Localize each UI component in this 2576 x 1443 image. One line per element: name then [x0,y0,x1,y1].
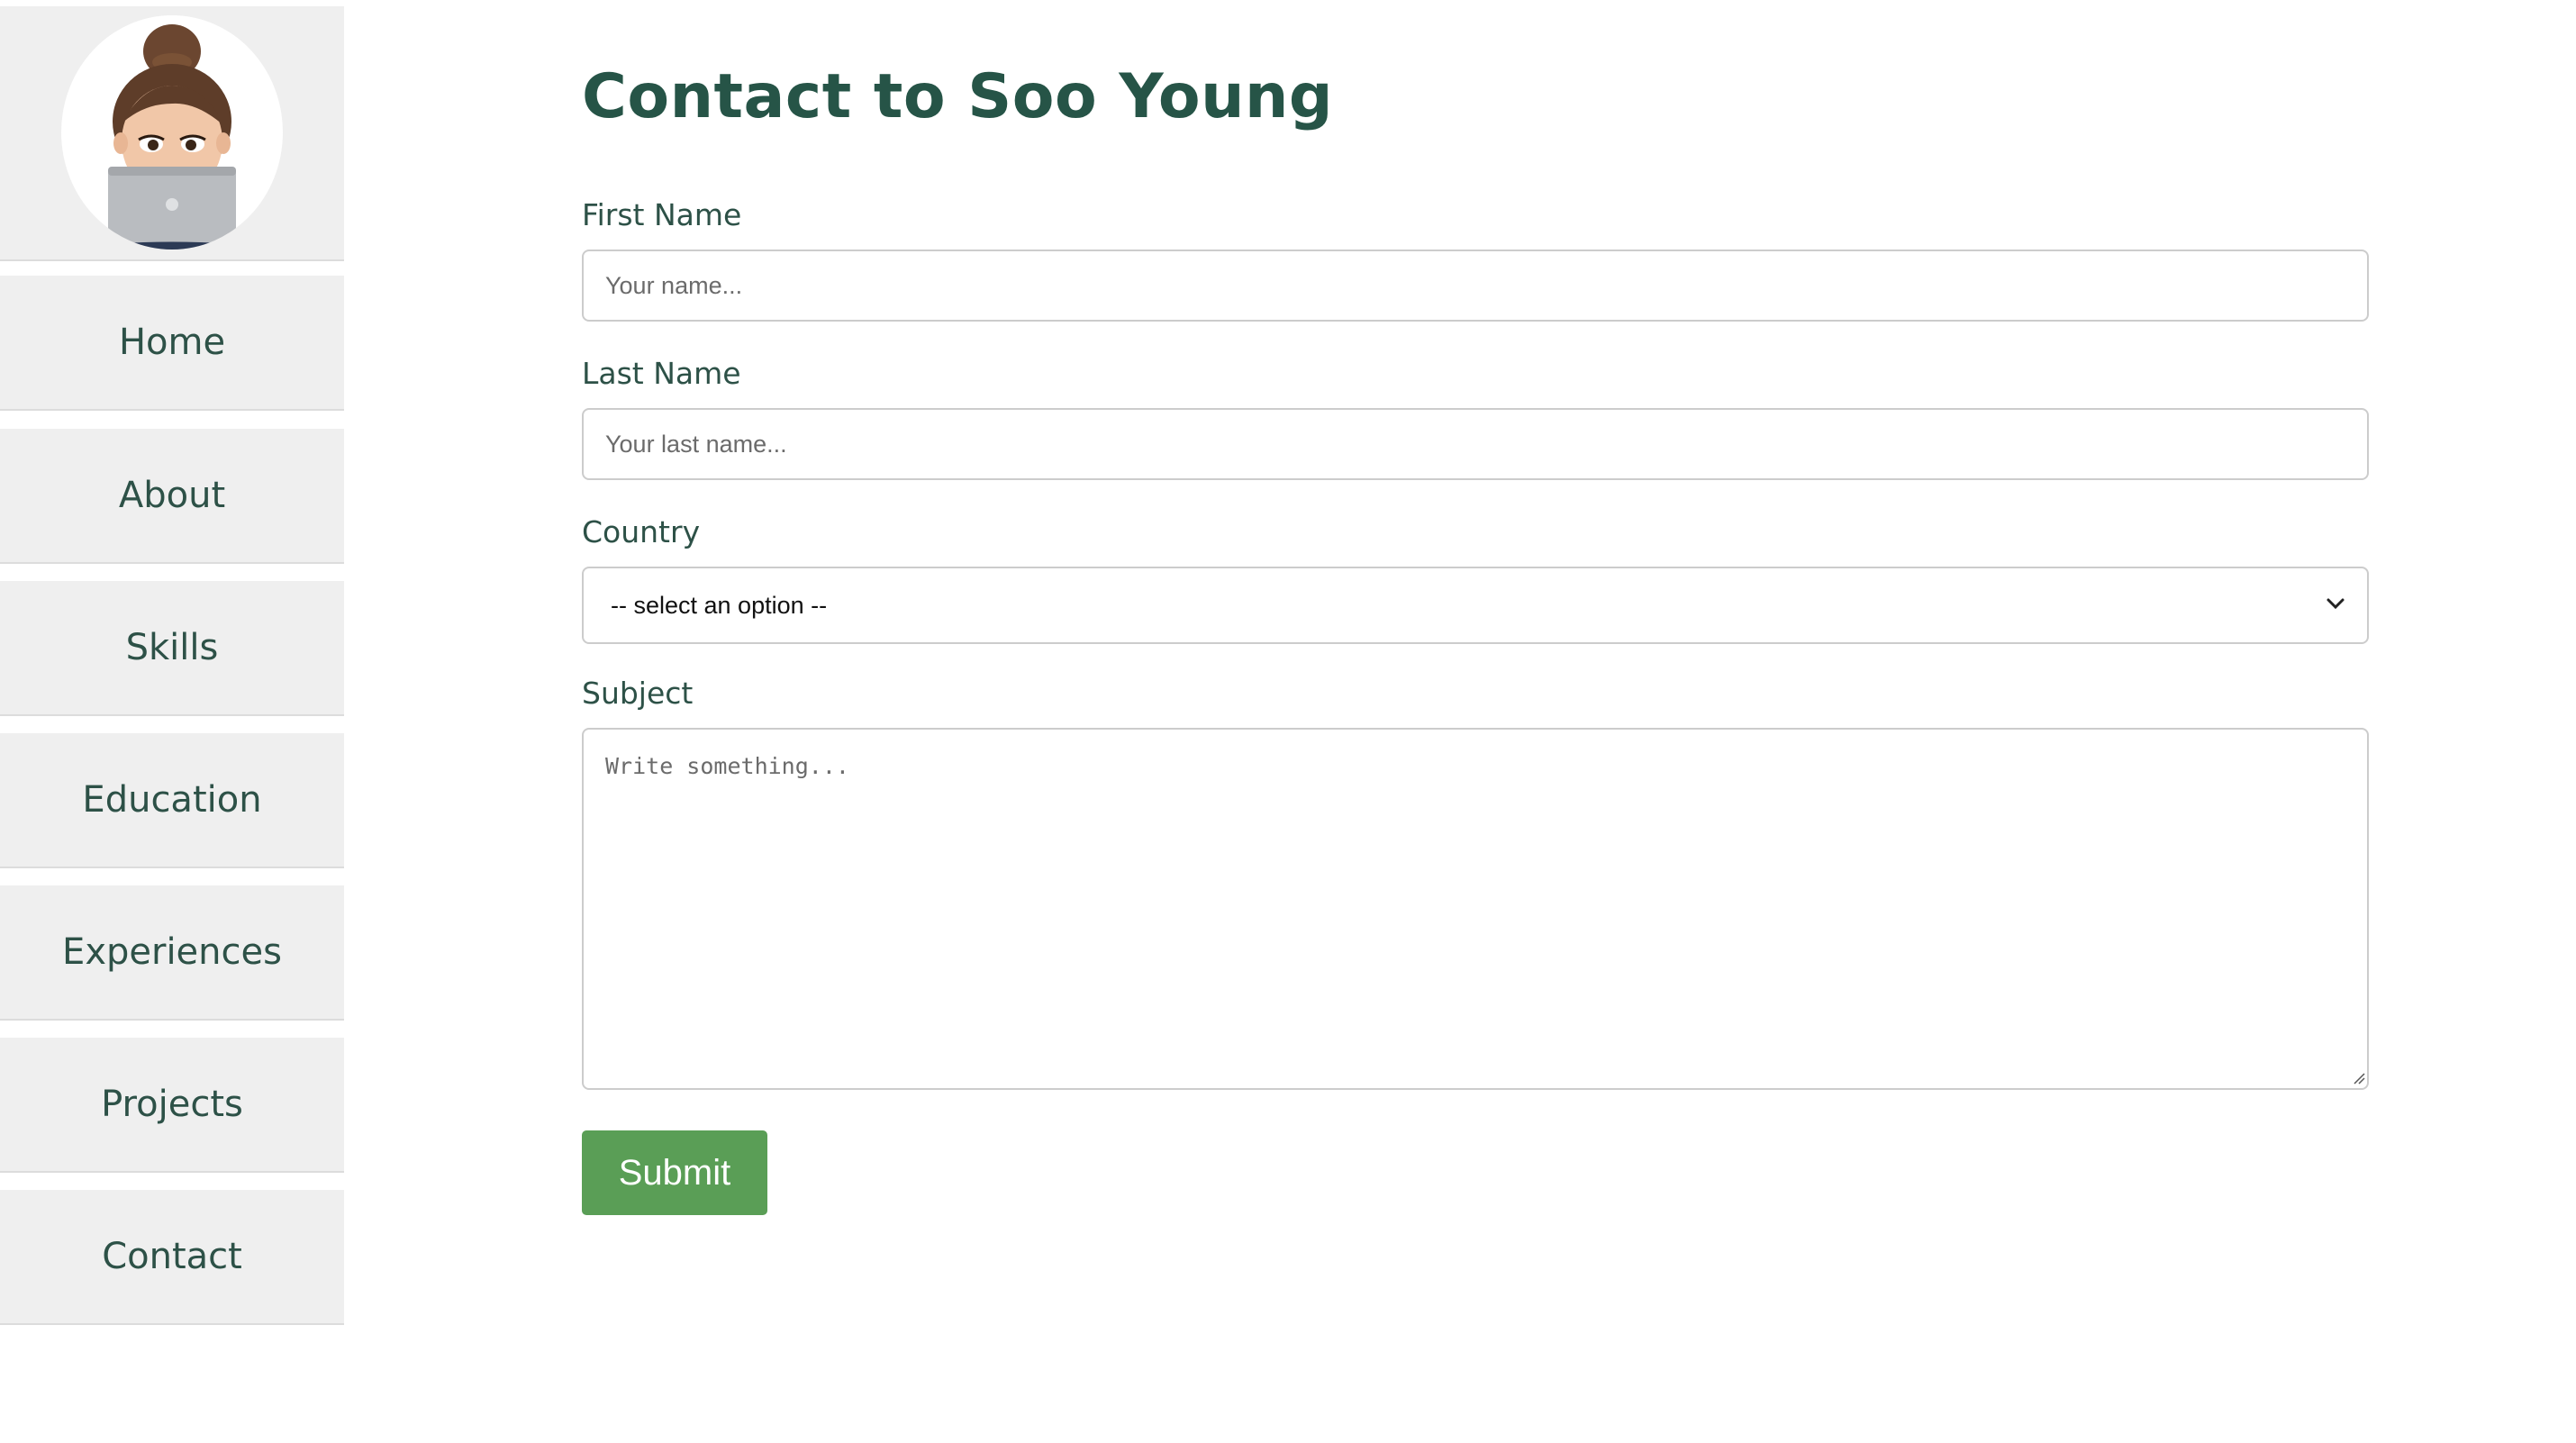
subject-textarea[interactable] [582,728,2369,1090]
sidebar-item-label: Contact [102,1236,242,1277]
chevron-down-icon [2327,598,2345,610]
sidebar-item-label: Experiences [62,931,282,973]
memoji-avatar-icon [97,24,247,250]
last-name-label: Last Name [582,356,741,391]
sidebar-item-experiences[interactable]: Experiences [0,885,344,1021]
last-name-input[interactable] [582,408,2369,480]
country-label: Country [582,514,701,549]
country-select[interactable]: -- select an option -- [582,567,2369,644]
page-title: Contact to Soo Young [582,61,1334,132]
contact-page: Home About Skills Education Experiences … [0,0,2576,1443]
sidebar-item-projects[interactable]: Projects [0,1038,344,1173]
first-name-input[interactable] [582,250,2369,322]
country-selected-value: -- select an option -- [611,591,828,619]
sidebar-item-label: Education [82,779,262,821]
sidebar-item-home[interactable]: Home [0,276,344,411]
sidebar-item-label: Home [118,322,226,363]
first-name-label: First Name [582,197,742,232]
submit-button[interactable]: Submit [582,1130,767,1215]
subject-label: Subject [582,676,694,711]
avatar [61,15,283,250]
sidebar-item-label: About [118,475,226,516]
sidebar-item-label: Projects [101,1084,243,1125]
avatar-panel [0,6,344,261]
resize-handle-icon[interactable] [2353,1072,2365,1085]
sidebar-item-label: Skills [125,627,219,668]
sidebar-item-education[interactable]: Education [0,733,344,868]
sidebar-item-about[interactable]: About [0,429,344,564]
sidebar-item-skills[interactable]: Skills [0,581,344,716]
sidebar-item-contact[interactable]: Contact [0,1190,344,1325]
